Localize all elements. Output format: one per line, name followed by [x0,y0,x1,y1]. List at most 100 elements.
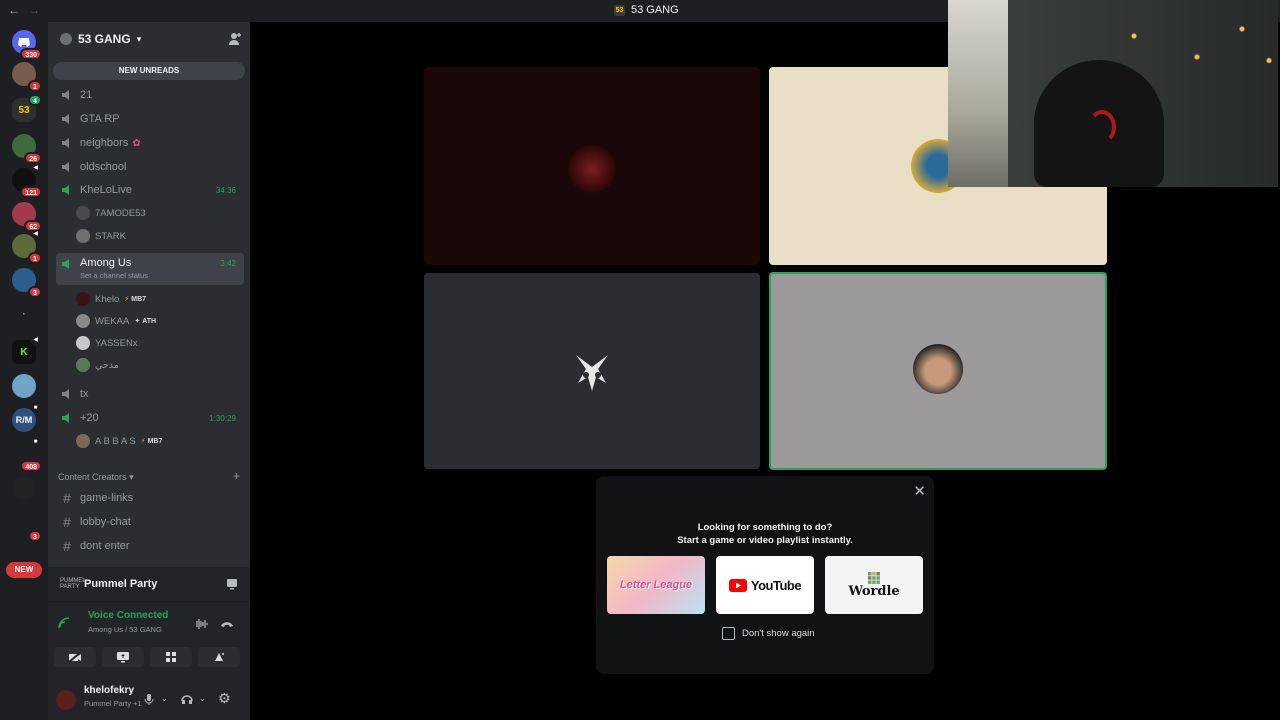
youtube-card[interactable]: YouTube [716,556,814,614]
card-label: YouTube [750,577,802,593]
user-tag: ✦ ATH [134,317,157,326]
voice-user-name: 7AMODE53 [95,207,146,219]
voice-user[interactable]: STARK [76,227,126,245]
new-pill[interactable]: NEW [6,562,42,578]
window-title-text: 53 GANG [631,4,679,16]
channel-name: game-links [80,492,134,504]
channel-timer: 1:30:29 [209,413,236,423]
dont-show-again-checkbox[interactable] [722,627,735,640]
server-icon[interactable]: ◀ 1 [12,230,42,264]
avatar [76,229,90,243]
camera-off-icon [68,651,82,663]
chevron-down-icon[interactable]: ⌄ [161,694,168,703]
voice-channel-oldschool[interactable]: oldschool [56,157,244,177]
activity-panel: PUMMEL PARTY Pummel Party [48,567,250,601]
server-icon[interactable]: 3 [12,512,42,542]
activities-icon [166,652,176,662]
participant-tile[interactable] [424,273,760,469]
channel-name: lobby-chat [80,516,131,528]
voice-channel-path[interactable]: Among Us / 53 GANG [88,625,162,634]
server-icon[interactable]: ■ 408 [12,438,42,472]
signal-icon[interactable] [58,617,70,629]
voice-user-name: Khelo [95,293,120,305]
back-icon[interactable]: ← [8,3,20,17]
avatar [76,358,90,372]
server-icon[interactable]: K ◀ [12,336,40,364]
server-icon[interactable] [12,476,36,500]
wordle-card[interactable]: Wordle [825,556,923,614]
voice-channel-plus20[interactable]: +20 1:30:29 [56,408,244,428]
channel-name: neighbors [80,137,129,149]
new-unreads-button[interactable]: NEW UNREADS [53,62,245,80]
voice-user[interactable]: YASSENx [76,334,138,352]
add-channel-icon[interactable]: + [233,469,240,483]
avatar[interactable] [56,690,76,710]
voice-connected-panel: Voice Connected Among Us / 53 GANG [48,601,250,681]
username[interactable]: khelofekry [84,685,134,696]
server-folder-icon[interactable]: · [12,302,36,326]
voice-user[interactable]: 7AMODE53 [76,204,146,222]
close-icon[interactable]: ✕ [913,482,926,500]
channel-status[interactable]: Set a channel status [80,271,148,280]
server-53-gang[interactable]: 53 ◀ 4 [12,94,42,122]
dont-show-again[interactable]: Don't show again [722,627,815,640]
bolt-icon: ⚡ [140,438,146,445]
voice-channel-gta-rp[interactable]: GTA RP [56,109,244,129]
bolt-icon: ⚡ [124,296,130,303]
string-lights [1098,8,1278,78]
invite-people-icon[interactable] [228,32,242,46]
activities-button[interactable] [150,647,192,667]
skull-logo-icon [576,355,608,391]
microphone-icon[interactable] [144,693,154,705]
voice-channel-21[interactable]: 21 [56,85,244,105]
card-label: Wordle [848,583,900,599]
avatar [76,336,90,350]
server-icon[interactable]: R/M ■ [12,404,40,432]
voice-user[interactable]: WEKAA ✦ ATH [76,312,156,330]
speaker-icon [60,88,74,102]
channel-name: 21 [80,89,93,101]
activity-options-icon[interactable] [226,578,238,590]
avatar [913,344,963,394]
guild-icon [60,33,72,45]
voice-channel-neighbors[interactable]: neighbors ✿ [56,133,244,153]
window-title: 53 53 GANG [614,4,679,16]
category-content-creators[interactable]: Content Creators ▾ [58,472,134,483]
voice-channel-among-us[interactable]: Among Us 3:42 Set a channel status [56,253,244,285]
participant-tile[interactable] [424,67,760,265]
app-window: ← → 53 53 GANG 330 1 53 ◀ 4 26 ◀ 121 62 [0,0,1280,720]
user-tag: ⚡ MB7 [140,437,163,446]
disconnect-icon[interactable] [220,620,234,628]
camera-off-button[interactable] [54,647,96,667]
participant-tile-speaking[interactable] [769,272,1107,470]
voice-connected-label[interactable]: Voice Connected [88,610,168,621]
headphones-icon[interactable] [181,693,193,705]
server-icon[interactable]: 26 [12,134,42,164]
server-icon[interactable] [12,374,36,398]
voice-user[interactable]: A B B A S ⚡ MB7 [76,432,162,450]
letter-league-card[interactable]: Letter League [607,556,705,614]
settings-gear-icon[interactable]: ⚙ [218,690,231,707]
text-channel-lobby-chat[interactable]: # lobby-chat [56,512,131,532]
soundboard-button[interactable] [198,647,240,667]
server-icon[interactable]: ◀ 121 [12,164,42,198]
voice-user[interactable]: Khelo ⚡ MB7 [76,290,146,308]
voice-speaker-icon: ◀ [31,336,40,345]
guild-header[interactable]: 53 GANG ▾ [48,22,250,56]
server-icon[interactable]: 3 [12,268,42,298]
chevron-down-icon[interactable]: ⌄ [199,694,206,703]
forward-icon[interactable]: → [28,3,40,17]
unread-badge: 4 [28,94,42,106]
server-icon[interactable]: 62 [12,202,42,232]
server-mini-icon: 53 [614,4,625,16]
discord-home-icon[interactable]: 330 [12,30,42,60]
dm-avatar[interactable]: 1 [12,62,42,92]
voice-user[interactable]: مدحي [76,356,119,374]
voice-channel-tx[interactable]: tx [56,384,244,404]
screen-share-button[interactable] [102,647,144,667]
activity-name: Pummel Party [84,578,158,590]
text-channel-dont-enter[interactable]: # dont enter [56,536,129,556]
voice-channel-khelolive[interactable]: KheLoLive 34:36 [56,180,244,200]
noise-suppression-icon[interactable] [194,618,208,630]
text-channel-game-links[interactable]: # game-links [56,488,133,508]
